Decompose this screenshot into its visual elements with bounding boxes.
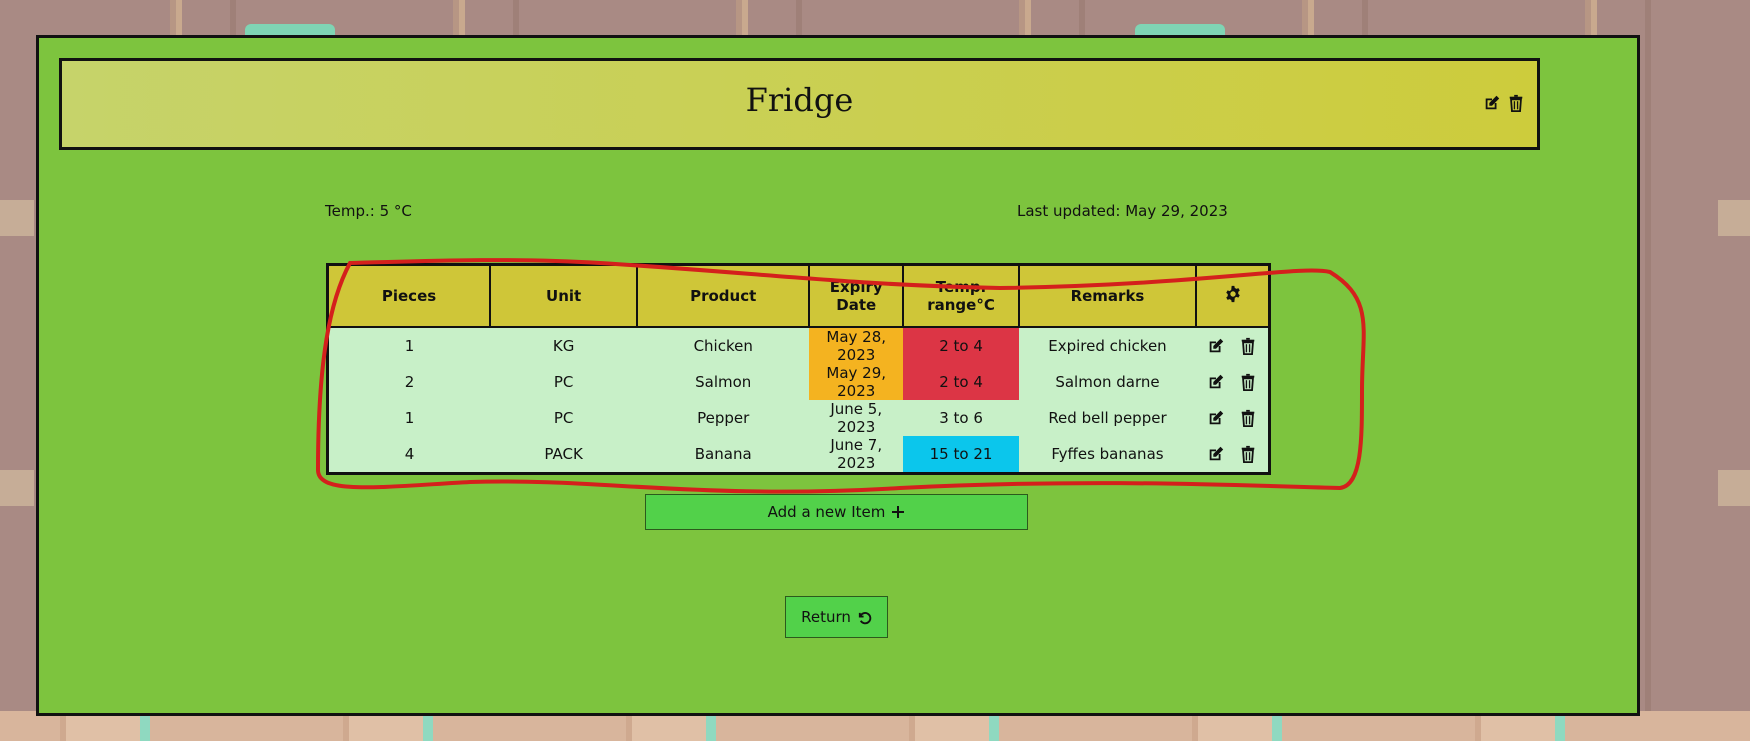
cell-unit: PC — [490, 400, 638, 436]
trash-icon[interactable] — [1239, 337, 1257, 356]
temperature-label: Temp.: 5 °C — [325, 202, 412, 220]
cell-unit: PC — [490, 364, 638, 400]
header-settings — [1195, 263, 1271, 328]
cell-unit: KG — [490, 327, 638, 364]
edit-icon[interactable] — [1207, 409, 1225, 427]
trash-icon[interactable] — [1239, 445, 1257, 464]
cell-pieces: 2 — [327, 364, 491, 400]
cell-product: Chicken — [637, 327, 810, 364]
page-header: Fridge — [59, 58, 1540, 150]
cell-expiry: May 29, 2023 — [809, 364, 904, 400]
header-pieces: Pieces — [326, 263, 492, 328]
header-product: Product — [636, 263, 811, 328]
add-item-button[interactable]: Add a new Item — [645, 494, 1028, 530]
gear-icon — [1224, 285, 1242, 303]
trash-icon[interactable] — [1239, 373, 1257, 392]
table-row: 4 PACK Banana June 7, 2023 15 to 21 Fyff… — [327, 436, 1270, 474]
inventory-table: Pieces Unit Product Expiry Date Temp. ra… — [326, 263, 1271, 475]
cell-remarks: Red bell pepper — [1018, 400, 1197, 436]
cell-remarks: Fyffes bananas — [1018, 436, 1197, 474]
cell-actions — [1196, 400, 1270, 436]
undo-icon — [857, 610, 872, 625]
plus-icon — [891, 505, 905, 519]
header-temp-range: Temp. range°C — [902, 263, 1020, 328]
header-remarks: Remarks — [1017, 263, 1198, 328]
cell-temp-range: 3 to 6 — [903, 400, 1019, 436]
cell-temp-range: 2 to 4 — [903, 364, 1019, 400]
last-updated-label: Last updated: May 29, 2023 — [1017, 202, 1228, 220]
cell-pieces: 1 — [327, 400, 491, 436]
return-button[interactable]: Return — [785, 596, 888, 638]
cell-remarks: Salmon darne — [1018, 364, 1197, 400]
cell-temp-range: 2 to 4 — [903, 327, 1019, 364]
edit-icon[interactable] — [1207, 337, 1225, 355]
edit-icon[interactable] — [1207, 445, 1225, 463]
cell-remarks: Expired chicken — [1018, 327, 1197, 364]
cell-product: Salmon — [637, 364, 810, 400]
cell-expiry: June 5, 2023 — [809, 400, 904, 436]
cell-pieces: 4 — [327, 436, 491, 474]
cell-actions — [1196, 364, 1270, 400]
cell-unit: PACK — [490, 436, 638, 474]
trash-icon[interactable] — [1239, 409, 1257, 428]
add-item-label: Add a new Item — [767, 503, 886, 521]
cell-product: Pepper — [637, 400, 810, 436]
header-expiry: Expiry Date — [808, 263, 905, 328]
return-label: Return — [801, 608, 851, 626]
cell-expiry: May 28, 2023 — [809, 327, 904, 364]
table-row: 1 PC Pepper June 5, 2023 3 to 6 Red bell… — [327, 400, 1270, 436]
cell-actions — [1196, 327, 1270, 364]
cell-pieces: 1 — [327, 327, 491, 364]
cell-actions — [1196, 436, 1270, 474]
edit-icon[interactable] — [1483, 94, 1501, 112]
cell-expiry: June 7, 2023 — [809, 436, 904, 474]
cell-temp-range: 15 to 21 — [903, 436, 1019, 474]
page-title: Fridge — [745, 81, 854, 119]
table-header-row: Pieces Unit Product Expiry Date Temp. ra… — [326, 263, 1271, 328]
edit-icon[interactable] — [1207, 373, 1225, 391]
cell-product: Banana — [637, 436, 810, 474]
table-row: 1 KG Chicken May 28, 2023 2 to 4 Expired… — [327, 327, 1270, 364]
header-unit: Unit — [489, 263, 639, 328]
table-row: 2 PC Salmon May 29, 2023 2 to 4 Salmon d… — [327, 364, 1270, 400]
trash-icon[interactable] — [1507, 94, 1525, 112]
